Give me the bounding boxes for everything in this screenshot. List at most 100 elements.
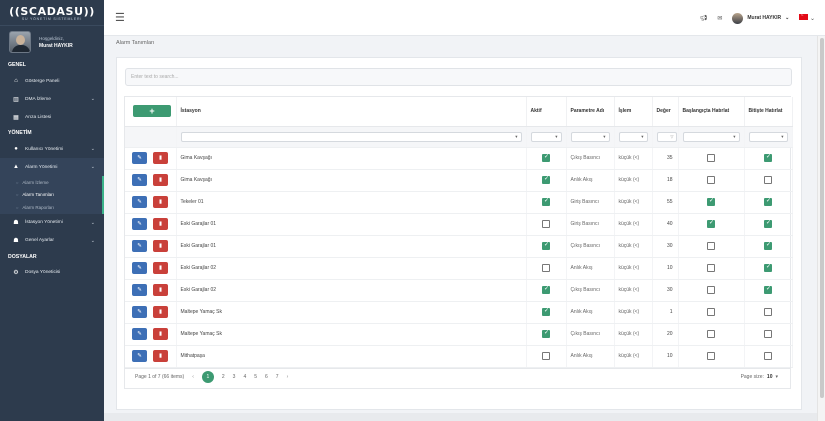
- sidebar-subitem[interactable]: ○ Alarm Tanımları: [0, 189, 102, 202]
- delete-button[interactable]: ▮: [153, 174, 168, 186]
- active-checkbox[interactable]: [542, 329, 550, 338]
- end-remind-checkbox[interactable]: [764, 285, 772, 294]
- column-header[interactable]: İstasyon: [176, 97, 527, 127]
- active-checkbox[interactable]: [542, 285, 550, 294]
- sidebar-item[interactable]: ● Kullanıcı Yönetimi ⌄: [0, 140, 104, 158]
- chevron-down-icon[interactable]: ▾: [775, 374, 778, 380]
- page-size-label: Page size:: [740, 373, 764, 380]
- search-input[interactable]: Enter text to search...: [125, 68, 792, 86]
- sidebar-item[interactable]: ⚙ Dosya Yöneticisi: [0, 264, 104, 282]
- sidebar-item[interactable]: ☗ Genel Ayarlar ⌄: [0, 232, 104, 250]
- edit-button[interactable]: ✎: [132, 262, 147, 274]
- edit-icon: ✎: [137, 287, 142, 293]
- start-remind-checkbox[interactable]: [707, 352, 715, 360]
- delete-button[interactable]: ▮: [153, 240, 168, 252]
- end-remind-checkbox[interactable]: [764, 263, 772, 272]
- column-header[interactable]: Değer: [652, 97, 679, 127]
- end-remind-checkbox[interactable]: [764, 176, 772, 184]
- active-checkbox[interactable]: [542, 175, 550, 184]
- sidebar-item[interactable]: ▦ Arıza Listesi: [0, 108, 104, 126]
- active-checkbox[interactable]: [542, 352, 550, 360]
- page-link[interactable]: 7: [276, 374, 279, 380]
- sidebar-item[interactable]: ▲ Alarm Yönetimi ⌄: [0, 158, 104, 176]
- delete-button[interactable]: ▮: [153, 262, 168, 274]
- active-checkbox[interactable]: [542, 220, 550, 228]
- start-remind-checkbox[interactable]: [707, 264, 715, 272]
- delete-button[interactable]: ▮: [153, 218, 168, 230]
- start-remind-checkbox[interactable]: [707, 197, 715, 206]
- delete-button[interactable]: ▮: [153, 350, 168, 362]
- sidebar-item[interactable]: ▥ DMA İzleme ⌄: [0, 90, 104, 108]
- sidebar-subitem[interactable]: ○ Alarm Raporları: [0, 201, 102, 214]
- end-remind-checkbox[interactable]: [764, 241, 772, 250]
- page-current[interactable]: 1: [201, 370, 214, 383]
- edit-button[interactable]: ✎: [132, 174, 147, 186]
- edit-button[interactable]: ✎: [132, 350, 147, 362]
- add-button[interactable]: +: [133, 105, 171, 118]
- vertical-scrollbar[interactable]: [817, 36, 825, 421]
- delete-button[interactable]: ▮: [153, 306, 168, 318]
- edit-button[interactable]: ✎: [132, 284, 147, 296]
- next-page-icon[interactable]: ›: [287, 374, 289, 380]
- end-remind-checkbox[interactable]: [764, 330, 772, 338]
- end-remind-checkbox[interactable]: [764, 352, 772, 360]
- active-checkbox[interactable]: [542, 307, 550, 316]
- end-remind-checkbox[interactable]: [764, 197, 772, 206]
- column-header[interactable]: Bitişte Hatırlat: [744, 97, 793, 127]
- column-header[interactable]: Başlangıçta Hatırlat: [678, 97, 745, 127]
- end-remind-checkbox[interactable]: [764, 153, 772, 162]
- delete-button[interactable]: ▮: [153, 196, 168, 208]
- page-link[interactable]: 3: [233, 374, 236, 380]
- start-remind-checkbox[interactable]: [707, 176, 715, 184]
- brand-logo[interactable]: ((SCADASU)) SU YÖNETİM SİSTEMLERİ: [0, 0, 104, 26]
- sidebar-subitem[interactable]: ○ Alarm İzleme: [0, 176, 102, 189]
- delete-button[interactable]: ▮: [153, 152, 168, 164]
- edit-button[interactable]: ✎: [132, 328, 147, 340]
- active-checkbox[interactable]: [542, 197, 550, 206]
- operation-filter-select[interactable]: ▾: [618, 131, 648, 142]
- edit-button[interactable]: ✎: [132, 196, 147, 208]
- parameter-filter-select[interactable]: ▾: [570, 131, 610, 142]
- start-remind-checkbox[interactable]: [707, 154, 715, 162]
- sidebar-item[interactable]: ☗ İstasyon Yönetimi ⌄: [0, 214, 104, 232]
- page-size-select[interactable]: 10: [767, 374, 773, 380]
- delete-button[interactable]: ▮: [153, 328, 168, 340]
- end-remind-checkbox[interactable]: [764, 308, 772, 316]
- active-filter-select[interactable]: ▾: [530, 131, 562, 142]
- edit-button[interactable]: ✎: [132, 240, 147, 252]
- column-header[interactable]: Parametre Adı: [566, 97, 615, 127]
- user-menu[interactable]: Murat HAYKIR ⌄: [732, 12, 789, 24]
- sidebar-item[interactable]: ⌂ Gösterge Paneli: [0, 72, 104, 90]
- start-remind-checkbox[interactable]: [707, 219, 715, 228]
- start-remind-checkbox[interactable]: [707, 330, 715, 338]
- page-link[interactable]: 2: [222, 374, 225, 380]
- active-checkbox[interactable]: [542, 241, 550, 250]
- start-remind-filter-select[interactable]: ▾: [682, 131, 740, 142]
- end-remind-filter-select[interactable]: ▾: [748, 131, 788, 142]
- end-remind-checkbox[interactable]: [764, 219, 772, 228]
- page-link[interactable]: 6: [265, 374, 268, 380]
- column-header[interactable]: Aktif: [526, 97, 567, 127]
- value-filter-input[interactable]: ▽: [656, 131, 677, 142]
- scrollbar-thumb[interactable]: [820, 38, 824, 398]
- page-link[interactable]: 5: [254, 374, 257, 380]
- start-remind-checkbox[interactable]: [707, 242, 715, 250]
- table-row: ✎ ▮ Eski Garajlar 02 Çıkış Basıncıküçük (<)…: [125, 279, 793, 302]
- active-checkbox[interactable]: [542, 153, 550, 162]
- edit-button[interactable]: ✎: [132, 306, 147, 318]
- start-remind-checkbox[interactable]: [707, 286, 715, 294]
- mail-icon[interactable]: ✉: [717, 15, 722, 22]
- active-checkbox[interactable]: [542, 264, 550, 272]
- menu-toggle-icon[interactable]: ☰: [115, 11, 125, 24]
- edit-button[interactable]: ✎: [132, 218, 147, 230]
- start-remind-checkbox[interactable]: [707, 308, 715, 316]
- language-menu[interactable]: ⌄: [799, 12, 815, 22]
- column-header[interactable]: İşlem: [614, 97, 653, 127]
- sitemap-icon: ☗: [13, 238, 19, 244]
- megaphone-icon[interactable]: 📢︎: [700, 15, 708, 22]
- edit-button[interactable]: ✎: [132, 152, 147, 164]
- prev-page-icon[interactable]: ‹: [192, 374, 194, 380]
- page-link[interactable]: 4: [243, 374, 246, 380]
- delete-button[interactable]: ▮: [153, 284, 168, 296]
- station-filter-select[interactable]: ▾: [180, 131, 522, 142]
